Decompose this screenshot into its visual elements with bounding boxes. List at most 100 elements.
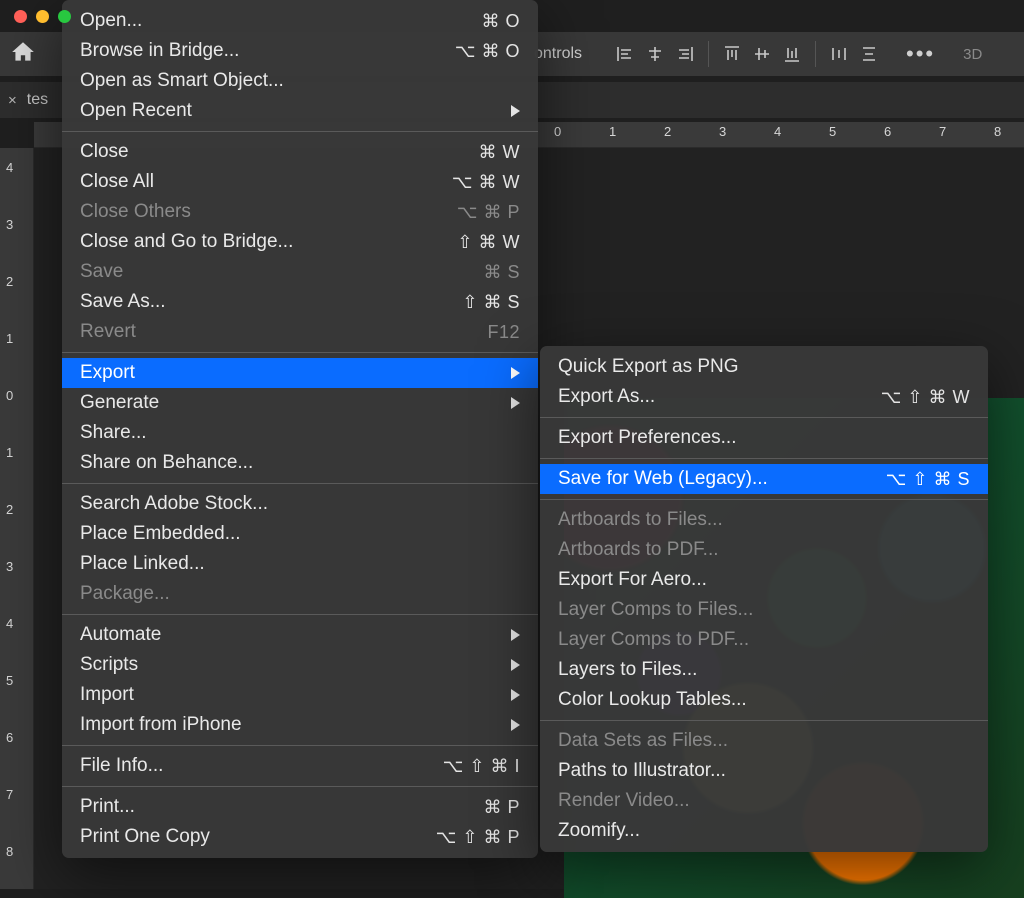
document-tab-name[interactable]: tes [27,91,48,109]
export_menu-item-label: Color Lookup Tables... [558,687,970,713]
file_menu-item[interactable]: Import [62,680,538,710]
export_menu-item[interactable]: Export As...⌥ ⇧ ⌘ W [540,382,988,412]
export_menu-item: Data Sets as Files... [540,726,988,756]
file_menu-item-label: Export [80,360,501,386]
export_menu-item: Render Video... [540,786,988,816]
export_menu-item-shortcut: ⌥ ⇧ ⌘ S [886,467,970,491]
file_menu-item-shortcut: ⇧ ⌘ S [462,290,520,314]
file_menu-item[interactable]: Automate [62,620,538,650]
file_menu-item-label: Open as Smart Object... [80,68,520,94]
export_menu-item[interactable]: Export For Aero... [540,565,988,595]
export_menu-item-label: Artboards to Files... [558,507,970,533]
file_menu-separator [62,483,538,484]
file_menu-item[interactable]: Save As...⇧ ⌘ S [62,287,538,317]
close-window-dot[interactable] [14,10,27,23]
toolbar-separator [815,41,816,67]
export_menu-item[interactable]: Zoomify... [540,816,988,846]
file_menu-item: Save⌘ S [62,257,538,287]
file_menu-item[interactable]: Scripts [62,650,538,680]
export_menu-item-label: Layer Comps to Files... [558,597,970,623]
ruler-v-tick: 7 [6,787,13,802]
export_menu-item[interactable]: Export Preferences... [540,423,988,453]
distribute-h-icon[interactable] [826,41,852,67]
file_menu-item[interactable]: Print One Copy⌥ ⇧ ⌘ P [62,822,538,852]
align-bottom-icon[interactable] [779,41,805,67]
export_menu-item[interactable]: Paths to Illustrator... [540,756,988,786]
file_menu-item[interactable]: Search Adobe Stock... [62,489,538,519]
file_menu-item-shortcut: ⌥ ⌘ O [455,39,520,63]
submenu-arrow-icon [511,105,520,117]
export_menu-item-label: Layers to Files... [558,657,970,683]
file_menu-item[interactable]: Close All⌥ ⌘ W [62,167,538,197]
file_menu-item-label: Import [80,682,501,708]
file_menu-item[interactable]: Share on Behance... [62,448,538,478]
file_menu-item[interactable]: Place Embedded... [62,519,538,549]
more-options-icon[interactable]: ••• [906,41,935,67]
file_menu-item[interactable]: Close⌘ W [62,137,538,167]
ruler-h-tick: 0 [554,124,561,139]
export_menu-item-label: Artboards to PDF... [558,537,970,563]
file_menu-item[interactable]: Place Linked... [62,549,538,579]
file_menu-separator [62,786,538,787]
zoom-window-dot[interactable] [58,10,71,23]
ruler-h-tick: 6 [884,124,891,139]
file_menu-item[interactable]: Browse in Bridge...⌥ ⌘ O [62,36,538,66]
file_menu-separator [62,352,538,353]
file_menu-item-label: Generate [80,390,501,416]
home-icon[interactable] [10,39,36,70]
export_menu-item[interactable]: Layers to Files... [540,655,988,685]
align-right-icon[interactable] [672,41,698,67]
file_menu-item-label: Scripts [80,652,501,678]
file_menu-separator [62,614,538,615]
3d-mode-label[interactable]: 3D [963,46,982,63]
file_menu-item[interactable]: Open Recent [62,96,538,126]
export_menu-separator [540,720,988,721]
transform-controls-label: ontrols [534,45,582,63]
export_menu-item-label: Export As... [558,384,881,410]
align-vcenter-icon[interactable] [749,41,775,67]
file_menu-item-label: Place Embedded... [80,521,520,547]
file_menu-item[interactable]: File Info...⌥ ⇧ ⌘ I [62,751,538,781]
file_menu-item-label: Close Others [80,199,457,225]
align-group [612,41,882,67]
align-left-icon[interactable] [612,41,638,67]
distribute-v-icon[interactable] [856,41,882,67]
ruler-v-tick: 4 [6,160,13,175]
export_menu-item[interactable]: Save for Web (Legacy)...⌥ ⇧ ⌘ S [540,464,988,494]
export_menu-item-label: Data Sets as Files... [558,728,970,754]
file_menu-item-shortcut: ⇧ ⌘ W [457,230,520,254]
file-menu: Open...⌘ OBrowse in Bridge...⌥ ⌘ OOpen a… [62,0,538,858]
file_menu-item[interactable]: Export [62,358,538,388]
file_menu-item[interactable]: Open...⌘ O [62,6,538,36]
ruler-h-tick: 1 [609,124,616,139]
ruler-v-tick: 3 [6,559,13,574]
file_menu-item-label: Print... [80,794,483,820]
export_menu-item: Artboards to PDF... [540,535,988,565]
export_menu-item[interactable]: Quick Export as PNG [540,352,988,382]
align-top-icon[interactable] [719,41,745,67]
align-hcenter-icon[interactable] [642,41,668,67]
export_menu-item[interactable]: Color Lookup Tables... [540,685,988,715]
ruler-v-tick: 6 [6,730,13,745]
file_menu-item[interactable]: Import from iPhone [62,710,538,740]
tab-close-icon[interactable]: × [8,92,17,109]
submenu-arrow-icon [511,629,520,641]
toolbar-separator [708,41,709,67]
file_menu-item[interactable]: Print...⌘ P [62,792,538,822]
file_menu-item[interactable]: Open as Smart Object... [62,66,538,96]
export_menu-item-label: Layer Comps to PDF... [558,627,970,653]
file_menu-item-shortcut: ⌘ P [483,795,520,819]
file_menu-item-label: Close and Go to Bridge... [80,229,457,255]
file_menu-item-label: Close [80,139,479,165]
file_menu-item[interactable]: Generate [62,388,538,418]
file_menu-item[interactable]: Close and Go to Bridge...⇧ ⌘ W [62,227,538,257]
minimize-window-dot[interactable] [36,10,49,23]
ruler-v-tick: 8 [6,844,13,859]
file_menu-item-shortcut: ⌘ O [481,9,520,33]
ruler-h-tick: 3 [719,124,726,139]
ruler-v-tick: 1 [6,331,13,346]
submenu-arrow-icon [511,689,520,701]
file_menu-item[interactable]: Share... [62,418,538,448]
window-traffic-lights [14,10,71,23]
ruler-vertical[interactable]: 4321012345678 [0,148,34,889]
